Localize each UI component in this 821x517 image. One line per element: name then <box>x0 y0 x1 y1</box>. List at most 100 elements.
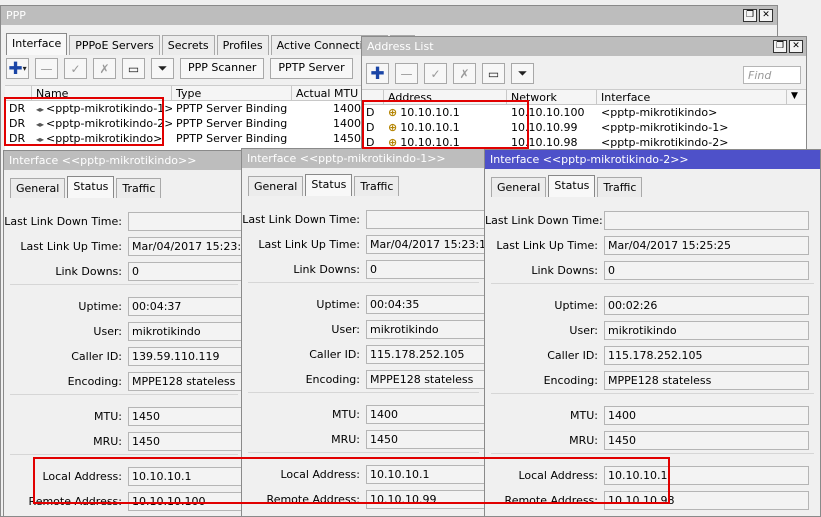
last-link-up-field: Mar/04/2017 15:23:16 <box>366 235 485 254</box>
ppp-close-button[interactable]: ✕ <box>759 9 773 22</box>
row-interface: <pptp-mikrotikindo> <box>601 106 718 119</box>
column-interface[interactable]: Interface <box>597 90 787 105</box>
encoding-field: MPPE128 stateless <box>604 371 809 390</box>
cross-icon[interactable]: ✗ <box>453 63 476 84</box>
mtu-field: 1450 <box>128 407 244 426</box>
tab-general[interactable]: General <box>248 176 304 196</box>
interface-titlebar: Interface <<pptp-mikrotikindo-1>> <box>242 149 485 168</box>
tab-traffic[interactable]: Traffic <box>354 176 400 196</box>
interface-titlebar: Interface <<pptp-mikrotikindo>> <box>4 151 244 170</box>
section-divider <box>248 452 479 453</box>
mru-label: MRU: <box>331 433 360 446</box>
tab-status[interactable]: Status <box>67 176 115 198</box>
section-divider <box>10 454 238 455</box>
row-mtu: 1400 <box>333 102 361 115</box>
last-link-down-label: Last Link Down Time: <box>485 214 603 227</box>
address-list-restore-button[interactable]: ❐ <box>773 40 787 53</box>
tab-profiles[interactable]: Profiles <box>216 35 269 55</box>
caller-id-field: 115.178.252.105 <box>604 346 809 365</box>
tab-status[interactable]: Status <box>305 174 353 196</box>
encoding-label: Encoding: <box>305 373 360 386</box>
mtu-label: MTU: <box>332 408 360 421</box>
comment-icon[interactable]: ▭ <box>122 58 145 79</box>
interface-title: Interface <<pptp-mikrotikindo-2>> <box>490 153 689 166</box>
pptp-server-button[interactable]: PPTP Server <box>270 58 353 79</box>
column-actual-mtu[interactable]: Actual MTU <box>292 86 365 101</box>
last-link-up-field: Mar/04/2017 15:23:14 <box>128 237 244 256</box>
tab-interface[interactable]: Interface <box>6 33 68 55</box>
interface-title: Interface <<pptp-mikrotikindo-1>> <box>247 152 446 165</box>
ppp-titlebar: PPP <box>1 6 777 25</box>
link-downs-label: Link Downs: <box>55 265 122 278</box>
link-downs-field: 0 <box>366 260 485 279</box>
tab-secrets[interactable]: Secrets <box>161 35 215 55</box>
caller-id-label: Caller ID: <box>547 349 598 362</box>
last-link-down-label: Last Link Down Time: <box>242 213 360 226</box>
uptime-label: Uptime: <box>554 299 598 312</box>
row-interface: <pptp-mikrotikindo-2> <box>601 136 729 149</box>
caller-id-field: 139.59.110.119 <box>128 347 244 366</box>
tab-general[interactable]: General <box>491 177 547 197</box>
tab-traffic[interactable]: Traffic <box>597 177 643 197</box>
row-mtu: 1400 <box>333 117 361 130</box>
add-icon[interactable]: ✚ ▾ <box>6 58 29 79</box>
uptime-field: 00:02:26 <box>604 296 809 315</box>
remove-icon[interactable]: — <box>395 63 418 84</box>
section-divider <box>491 393 814 394</box>
column-type[interactable]: Type <box>172 86 292 101</box>
mru-field: 1450 <box>366 430 485 449</box>
user-label: User: <box>331 323 360 336</box>
last-link-up-label: Last Link Up Time: <box>496 239 598 252</box>
last-link-down-label: Last Link Down Time: <box>4 215 122 228</box>
last-link-down-field <box>128 212 244 231</box>
link-downs-field: 0 <box>128 262 244 281</box>
mru-label: MRU: <box>569 434 598 447</box>
check-icon[interactable]: ✓ <box>424 63 447 84</box>
last-link-down-field <box>366 210 485 229</box>
tab-general[interactable]: General <box>10 178 66 198</box>
section-divider <box>491 453 814 454</box>
last-link-up-label: Last Link Up Time: <box>20 240 122 253</box>
encoding-field: MPPE128 stateless <box>128 372 244 391</box>
uptime-label: Uptime: <box>316 298 360 311</box>
remove-icon[interactable]: — <box>35 58 58 79</box>
link-downs-label: Link Downs: <box>531 264 598 277</box>
columns-dropdown-button[interactable]: ▼ <box>787 90 806 105</box>
section-divider <box>10 394 238 395</box>
interface-title: Interface <<pptp-mikrotikindo>> <box>9 154 197 167</box>
row-mtu: 1450 <box>333 132 361 145</box>
tab-traffic[interactable]: Traffic <box>116 178 162 198</box>
address-list-title: Address List <box>367 40 434 53</box>
mtu-field: 1400 <box>604 406 809 425</box>
address-list-close-button[interactable]: ✕ <box>789 40 803 53</box>
last-link-up-field: Mar/04/2017 15:25:25 <box>604 236 809 255</box>
caller-id-field: 115.178.252.105 <box>366 345 485 364</box>
filter-icon[interactable]: ⏷ <box>511 63 534 84</box>
comment-icon[interactable]: ▭ <box>482 63 505 84</box>
tab-pppoe-servers[interactable]: PPPoE Servers <box>69 35 160 55</box>
section-divider <box>248 392 479 393</box>
row-type: PPTP Server Binding <box>176 132 288 145</box>
add-icon[interactable]: ✚ <box>366 63 389 84</box>
user-field: mikrotikindo <box>366 320 485 339</box>
uptime-field: 00:04:35 <box>366 295 485 314</box>
check-icon[interactable]: ✓ <box>64 58 87 79</box>
highlight-addresses <box>33 457 670 504</box>
user-field: mikrotikindo <box>128 322 244 341</box>
ppp-restore-button[interactable]: ❐ <box>743 9 757 22</box>
link-downs-field: 0 <box>604 261 809 280</box>
section-divider <box>248 282 479 283</box>
tab-status[interactable]: Status <box>548 175 596 197</box>
ppp-scanner-button[interactable]: PPP Scanner <box>180 58 265 79</box>
cross-icon[interactable]: ✗ <box>93 58 116 79</box>
mtu-field: 1400 <box>366 405 485 424</box>
user-label: User: <box>569 324 598 337</box>
encoding-field: MPPE128 stateless <box>366 370 485 389</box>
caller-id-label: Caller ID: <box>309 348 360 361</box>
find-input[interactable]: Find <box>743 66 801 84</box>
mtu-label: MTU: <box>570 409 598 422</box>
uptime-label: Uptime: <box>78 300 122 313</box>
last-link-down-field <box>604 211 809 230</box>
user-label: User: <box>93 325 122 338</box>
filter-icon[interactable]: ⏷ <box>151 58 174 79</box>
